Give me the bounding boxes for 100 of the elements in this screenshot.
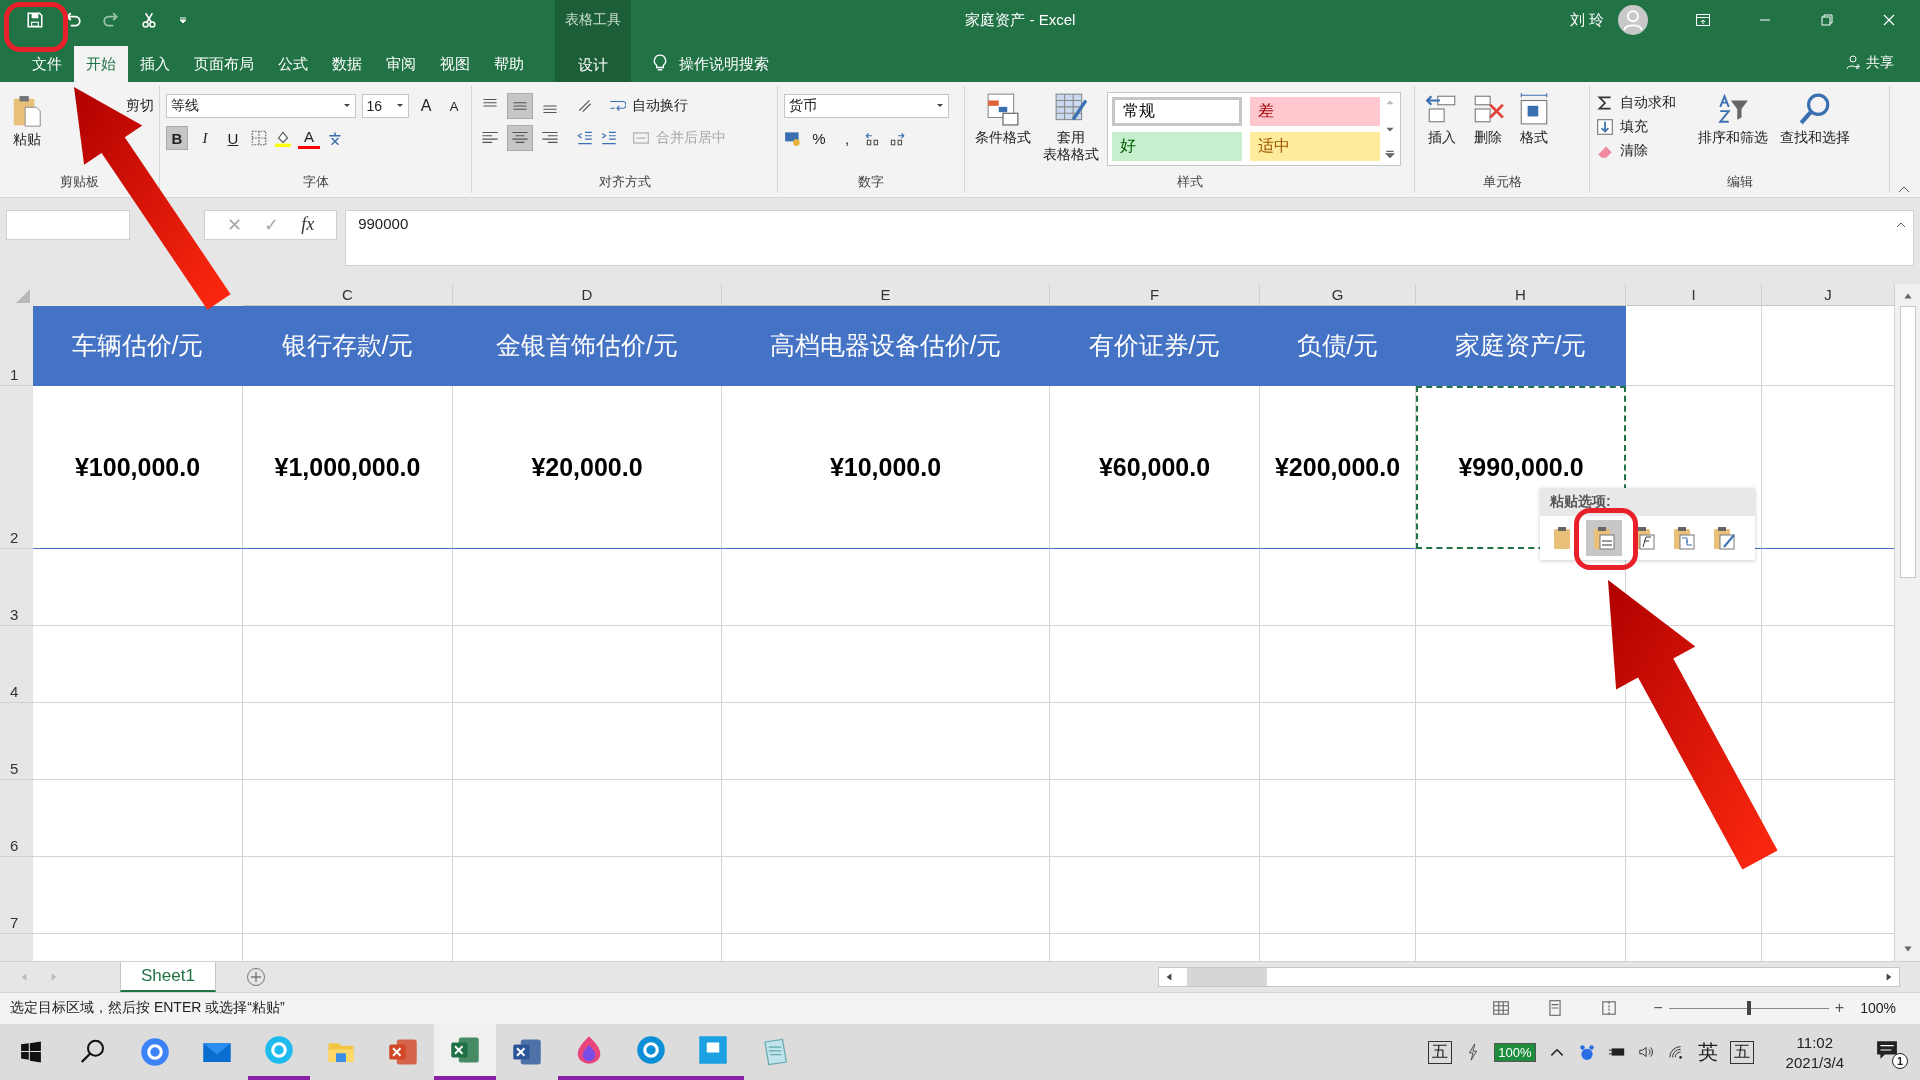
wrap-text-button[interactable]: 自动换行 (632, 97, 688, 115)
slider-thumb[interactable] (1746, 1001, 1751, 1016)
sheet-tab[interactable]: Sheet1 (120, 962, 216, 992)
add-sheet-icon[interactable] (245, 967, 266, 988)
insert-button[interactable]: 插入 (1421, 90, 1463, 173)
cell-style-item[interactable]: 适中 (1250, 131, 1380, 161)
italic-button[interactable]: I (194, 126, 216, 150)
row-header[interactable]: 3 (0, 549, 33, 627)
ribbon-tab[interactable]: 帮助 (482, 46, 536, 82)
input-method-indicator[interactable]: 五 (1729, 1040, 1754, 1064)
currency-icon[interactable] (784, 129, 802, 147)
text-orientation-icon[interactable] (576, 97, 594, 115)
conditional-format-button[interactable]: 条件格式 (971, 90, 1035, 173)
fill-color-icon[interactable] (274, 129, 292, 147)
ribbon-tab[interactable]: 插入 (128, 46, 182, 82)
horizontal-scrollbar[interactable] (1158, 967, 1900, 987)
fill-button[interactable]: 填充 (1620, 118, 1648, 136)
page-break-icon[interactable] (1599, 999, 1618, 1018)
caret-icon[interactable] (342, 102, 351, 110)
find-select-button[interactable]: 查找和选择 (1776, 90, 1854, 173)
number-format-field[interactable]: 货币 (784, 94, 949, 118)
ribbon-tab[interactable]: 开始 (74, 46, 128, 82)
format-button[interactable]: 格式 (1513, 90, 1555, 173)
share-button[interactable]: 共享 (1866, 54, 1894, 72)
vertical-scrollbar[interactable] (1895, 284, 1920, 962)
paste-button[interactable]: 粘贴 (6, 90, 48, 173)
scrollbar-thumb[interactable] (1187, 968, 1267, 986)
status-message: 选定目标区域，然后按 ENTER 或选择“粘贴” (10, 999, 285, 1018)
table-header-cell: 负债/元 (1260, 306, 1416, 387)
ribbon-tab[interactable]: 数据 (320, 46, 374, 82)
column-header[interactable]: I (1626, 284, 1762, 307)
zoom-level[interactable]: 100% (1860, 1000, 1896, 1017)
paste-option[interactable] (1586, 520, 1622, 556)
clock-time[interactable]: 11:02 (1796, 1033, 1833, 1051)
phonetic-icon[interactable] (326, 129, 344, 147)
collapse-ribbon-icon[interactable] (1898, 184, 1910, 193)
bold-button[interactable]: B (166, 126, 188, 150)
cut-button[interactable]: 剪切 (126, 97, 154, 115)
comma-button[interactable]: , (836, 126, 858, 150)
input-method-indicator[interactable]: 五 (1428, 1040, 1453, 1064)
cell-style-item[interactable]: 好 (1112, 131, 1242, 161)
ribbon-tab[interactable]: 设计 (555, 40, 631, 82)
ribbon-tab[interactable]: 审阅 (374, 46, 428, 82)
battery-level[interactable]: 100% (1494, 1042, 1536, 1062)
format-as-table-button[interactable]: 套用 表格格式 (1039, 90, 1103, 173)
redo-icon[interactable] (102, 11, 120, 29)
borders-icon[interactable] (250, 129, 268, 147)
language-indicator[interactable]: 英 (1697, 1038, 1718, 1066)
zoom-out-button[interactable]: − (1653, 999, 1663, 1018)
ribbon-tab[interactable]: 文件 (20, 46, 74, 82)
normal-view-icon[interactable] (1491, 999, 1510, 1018)
increase-indent-icon[interactable] (600, 129, 618, 147)
cell-style-item[interactable]: 常规 (1112, 97, 1242, 126)
row-header[interactable]: 1 (0, 306, 33, 387)
ribbon-tab[interactable]: 页面布局 (182, 46, 266, 82)
grow-font-button[interactable]: A (415, 94, 437, 118)
sort-filter-button[interactable]: 排序和筛选 (1694, 90, 1772, 173)
ribbon-tab[interactable]: 视图 (428, 46, 482, 82)
ribbon-tab[interactable]: 公式 (266, 46, 320, 82)
taskbar-app[interactable] (434, 1024, 496, 1080)
formula-input[interactable]: 990000 (345, 209, 1914, 266)
shrink-font-button[interactable]: A (443, 94, 465, 118)
font-color-button[interactable]: A (298, 127, 320, 149)
volume-icon[interactable] (1637, 1043, 1656, 1061)
insert-function-button[interactable]: fx (301, 214, 315, 236)
underline-button[interactable]: U (222, 126, 244, 150)
row-header[interactable]: 2 (0, 386, 33, 550)
paw-icon[interactable] (1577, 1043, 1596, 1061)
highlight-ring (1574, 508, 1638, 570)
vertical-align-icon[interactable] (508, 94, 532, 118)
row-header[interactable]: 5 (0, 703, 33, 781)
row-header[interactable]: 6 (0, 780, 33, 858)
font-size-field[interactable]: 16 (361, 94, 409, 118)
caret-icon[interactable] (396, 102, 404, 110)
group-label: 单元格 (1481, 172, 1523, 191)
clock-date[interactable]: 2021/3/4 (1785, 1053, 1844, 1071)
windows-start-icon[interactable] (20, 1041, 42, 1063)
search-field[interactable]: 操作说明搜索 (677, 45, 841, 81)
delete-button[interactable]: 删除 (1467, 90, 1509, 173)
cell-style-item[interactable]: 差 (1250, 97, 1380, 126)
collapse-icon[interactable] (1896, 222, 1906, 228)
horizontal-align-icon[interactable] (508, 126, 532, 150)
autosum-button[interactable]: 自动求和 (1620, 94, 1676, 112)
more-icon[interactable] (1384, 149, 1396, 161)
document-icon (450, 1035, 480, 1065)
save-icon[interactable] (26, 11, 44, 29)
percent-button[interactable]: % (808, 126, 830, 150)
scissors-icon[interactable] (140, 11, 158, 29)
row-header[interactable]: 7 (0, 857, 33, 935)
font-name-field[interactable]: 等线 (166, 94, 356, 118)
group-label: 数字 (857, 172, 885, 191)
avatar-icon[interactable] (1618, 5, 1648, 35)
row-header[interactable]: 4 (0, 626, 33, 704)
caret-icon[interactable] (936, 102, 944, 110)
zoom-in-button[interactable]: + (1834, 999, 1845, 1018)
customize-caret-icon[interactable] (178, 15, 188, 25)
decrease-indent-icon[interactable] (576, 129, 594, 147)
clear-button[interactable]: 清除 (1620, 142, 1648, 160)
circle-icon (264, 1035, 294, 1065)
notification-icon[interactable] (1876, 1039, 1898, 1061)
